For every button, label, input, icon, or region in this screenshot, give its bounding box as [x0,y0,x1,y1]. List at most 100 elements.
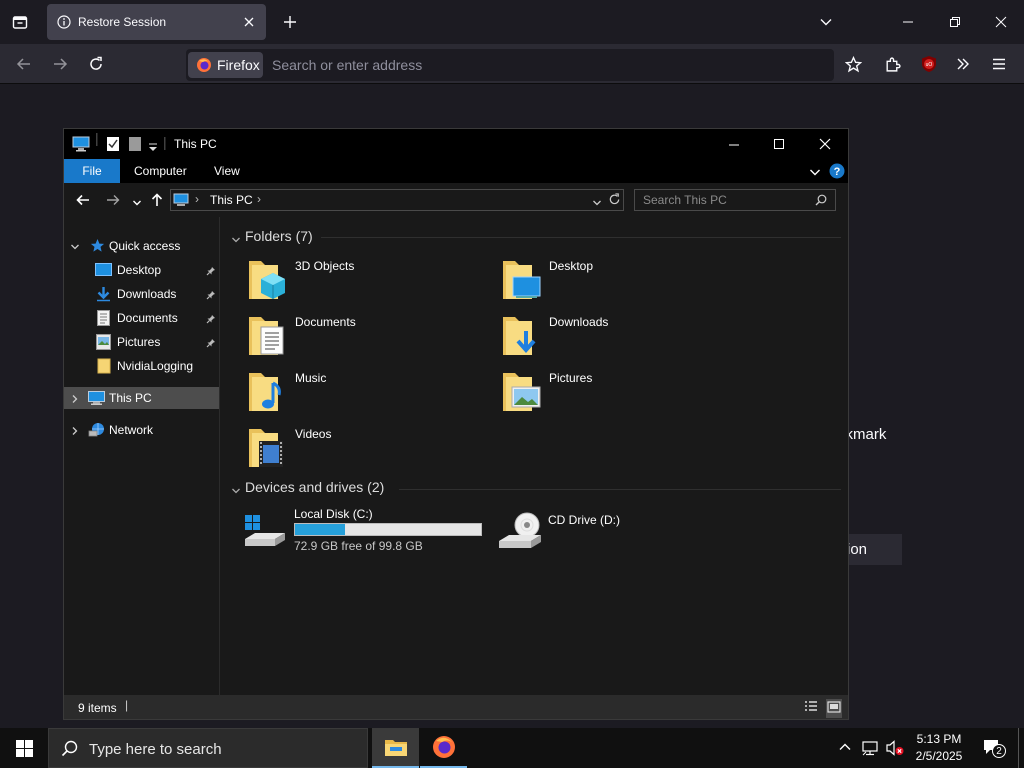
nav-quick-access[interactable]: Quick access [64,235,219,257]
folders-group-header[interactable]: Folders (7) [245,228,313,244]
chevron-right-icon[interactable] [70,393,80,407]
nav-item-pictures[interactable]: Pictures [64,331,219,353]
taskbar-search-box[interactable]: Type here to search [48,728,368,768]
minimize-icon [903,21,913,23]
new-folder-quick-icon[interactable] [128,136,142,157]
properties-quick-icon[interactable] [106,136,120,157]
list-all-tabs-button[interactable] [814,10,838,34]
identity-box[interactable]: Firefox [188,52,263,78]
more-tools-button[interactable] [951,52,975,76]
arrow-left-icon [76,194,89,206]
breadcrumb-chevron-icon[interactable]: › [195,192,199,206]
tile-label: Pictures [549,371,593,385]
chevron-right-icon[interactable] [70,425,80,439]
drive-tile-local-disk-c[interactable]: Local Disk (C:) 72.9 GB free of 99.8 GB [243,507,493,557]
refresh-button[interactable] [608,193,621,211]
explorer-close-button[interactable] [819,137,831,155]
status-bar: 9 items | [64,695,848,719]
action-center-button[interactable]: 2 [982,738,1006,763]
up-button[interactable] [150,193,164,212]
folder-tile-documents[interactable]: Documents [247,313,477,361]
minimize-button[interactable] [896,10,920,34]
tab-restore-session[interactable]: Restore Session [47,4,266,40]
large-icons-view-button[interactable] [826,699,842,718]
forward-button[interactable] [106,193,120,212]
taskbar-firefox[interactable] [420,728,467,768]
help-icon: ? [829,163,845,179]
chevron-down-icon [810,169,820,176]
folder-tile-downloads[interactable]: Downloads [501,313,731,361]
nav-item-nvidialogging[interactable]: NvidiaLogging [64,355,219,377]
plus-icon [284,16,296,28]
details-view-button[interactable] [804,700,818,717]
collapse-devices-icon[interactable] [231,483,241,501]
address-bar[interactable]: › This PC › [170,189,624,211]
bookmark-star-button[interactable] [841,52,865,76]
nav-item-network[interactable]: Network [64,419,219,441]
forward-button[interactable] [48,52,72,76]
folder-tile-videos[interactable]: Videos [247,425,477,473]
clock-date[interactable]: 2/5/2025 [908,749,970,763]
nav-item-downloads[interactable]: Downloads [64,283,219,305]
network-status-icon[interactable] [862,740,878,761]
back-button[interactable] [12,52,36,76]
address-placeholder: Search or enter address [272,57,423,73]
close-icon [819,138,831,150]
ublock-shield-icon: uO [922,56,936,72]
url-bar[interactable]: Firefox Search or enter address [186,49,834,81]
taskbar-file-explorer[interactable] [372,728,419,768]
nav-item-this-pc[interactable]: This PC [64,387,219,409]
search-this-pc-input[interactable]: Search This PC [634,189,836,211]
folder-tile-music[interactable]: Music [247,369,477,417]
close-tab-icon[interactable] [243,15,255,33]
restore-button[interactable] [943,10,967,34]
firefox-view-icon[interactable] [6,10,34,34]
recent-locations-button[interactable] [132,195,142,213]
this-pc-icon [88,391,105,409]
customize-quick-access-icon[interactable] [148,140,158,158]
show-desktop-button[interactable] [1018,728,1019,768]
clock-time[interactable]: 5:13 PM [908,732,970,746]
volume-muted-icon[interactable] [886,740,904,761]
reload-button[interactable] [84,52,108,76]
help-button[interactable]: ? [829,163,845,184]
tile-label: Documents [295,315,356,329]
this-pc-icon [72,136,90,157]
svg-text:?: ? [834,166,841,178]
drive-tile-cd-drive-d[interactable]: CD Drive (D:) [497,507,747,557]
back-button[interactable] [76,193,90,212]
tab-computer[interactable]: Computer [134,164,187,178]
start-button[interactable] [16,740,33,762]
collapse-folders-icon[interactable] [231,232,241,250]
expand-ribbon-button[interactable] [809,165,821,183]
breadcrumb-this-pc[interactable]: This PC [210,193,253,207]
folder-tile-pictures[interactable]: Pictures [501,369,731,417]
info-icon [57,15,71,34]
folder-tile-3d-objects[interactable]: 3D Objects [247,257,477,305]
address-history-button[interactable] [592,195,602,213]
explorer-minimize-button[interactable] [728,138,740,156]
close-window-button[interactable] [989,10,1013,34]
explorer-maximize-button[interactable] [773,137,785,155]
extensions-button[interactable] [880,52,904,76]
devices-group-header[interactable]: Devices and drives (2) [245,479,384,495]
firefox-tab-bar: Restore Session [0,0,1024,44]
app-menu-button[interactable] [987,52,1011,76]
restore-icon [950,17,960,27]
ublock-origin-button[interactable]: uO [917,52,941,76]
desktop-icon [95,263,112,280]
drive-free-space: 72.9 GB free of 99.8 GB [294,539,423,553]
notification-badge: 2 [992,744,1006,758]
nav-label: Downloads [117,287,177,301]
breadcrumb-chevron-icon[interactable]: › [257,192,261,206]
chevron-down-icon[interactable] [70,241,80,255]
tab-view[interactable]: View [214,164,240,178]
nav-item-desktop[interactable]: Desktop [64,259,219,281]
new-tab-button[interactable] [278,10,302,34]
tab-file[interactable]: File [64,159,120,183]
nav-item-documents[interactable]: Documents [64,307,219,329]
star-icon [90,238,105,256]
folder-tile-desktop[interactable]: Desktop [501,257,731,305]
explorer-title-bar[interactable]: | | This PC [64,129,848,159]
show-hidden-icons-button[interactable] [838,740,852,759]
